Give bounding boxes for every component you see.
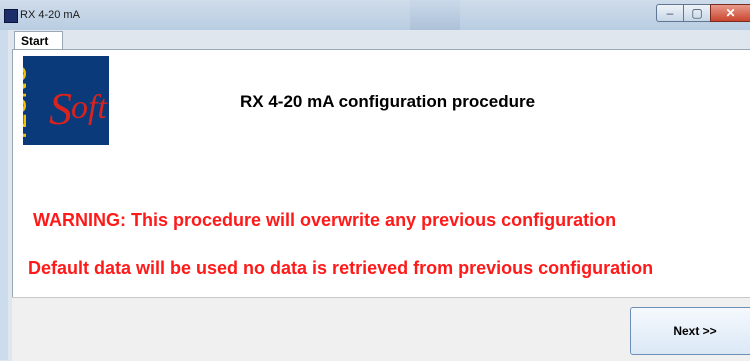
svg-text:TECNO: TECNO xyxy=(23,65,31,142)
close-button[interactable]: ✕ xyxy=(710,4,750,22)
maximize-button[interactable]: ▢ xyxy=(683,4,710,22)
title-bar: RX 4-20 mA ‒ ▢ ✕ xyxy=(0,0,750,30)
window-frame xyxy=(0,30,8,360)
tab-label: Start xyxy=(21,34,49,48)
app-icon xyxy=(4,9,18,23)
close-icon: ✕ xyxy=(725,6,736,20)
title-bar-highlight xyxy=(410,0,460,30)
minimize-button[interactable]: ‒ xyxy=(656,4,683,22)
next-button[interactable]: Next >> xyxy=(630,307,750,355)
page-title: RX 4-20 mA configuration procedure xyxy=(240,92,536,111)
window-title: RX 4-20 mA xyxy=(20,9,80,21)
warning-text: WARNING: This procedure will overwrite a… xyxy=(33,210,617,230)
svg-text:S: S xyxy=(49,83,72,134)
maximize-icon: ▢ xyxy=(691,6,703,20)
tecnosoft-logo: TECNO S oft xyxy=(6,56,109,150)
tab-start[interactable]: Start xyxy=(14,31,63,50)
default-data-note: Default data will be used no data is ret… xyxy=(28,258,654,278)
minimize-icon: ‒ xyxy=(666,6,674,20)
window-controls: ‒ ▢ ✕ xyxy=(656,4,750,22)
svg-text:oft: oft xyxy=(71,89,108,126)
